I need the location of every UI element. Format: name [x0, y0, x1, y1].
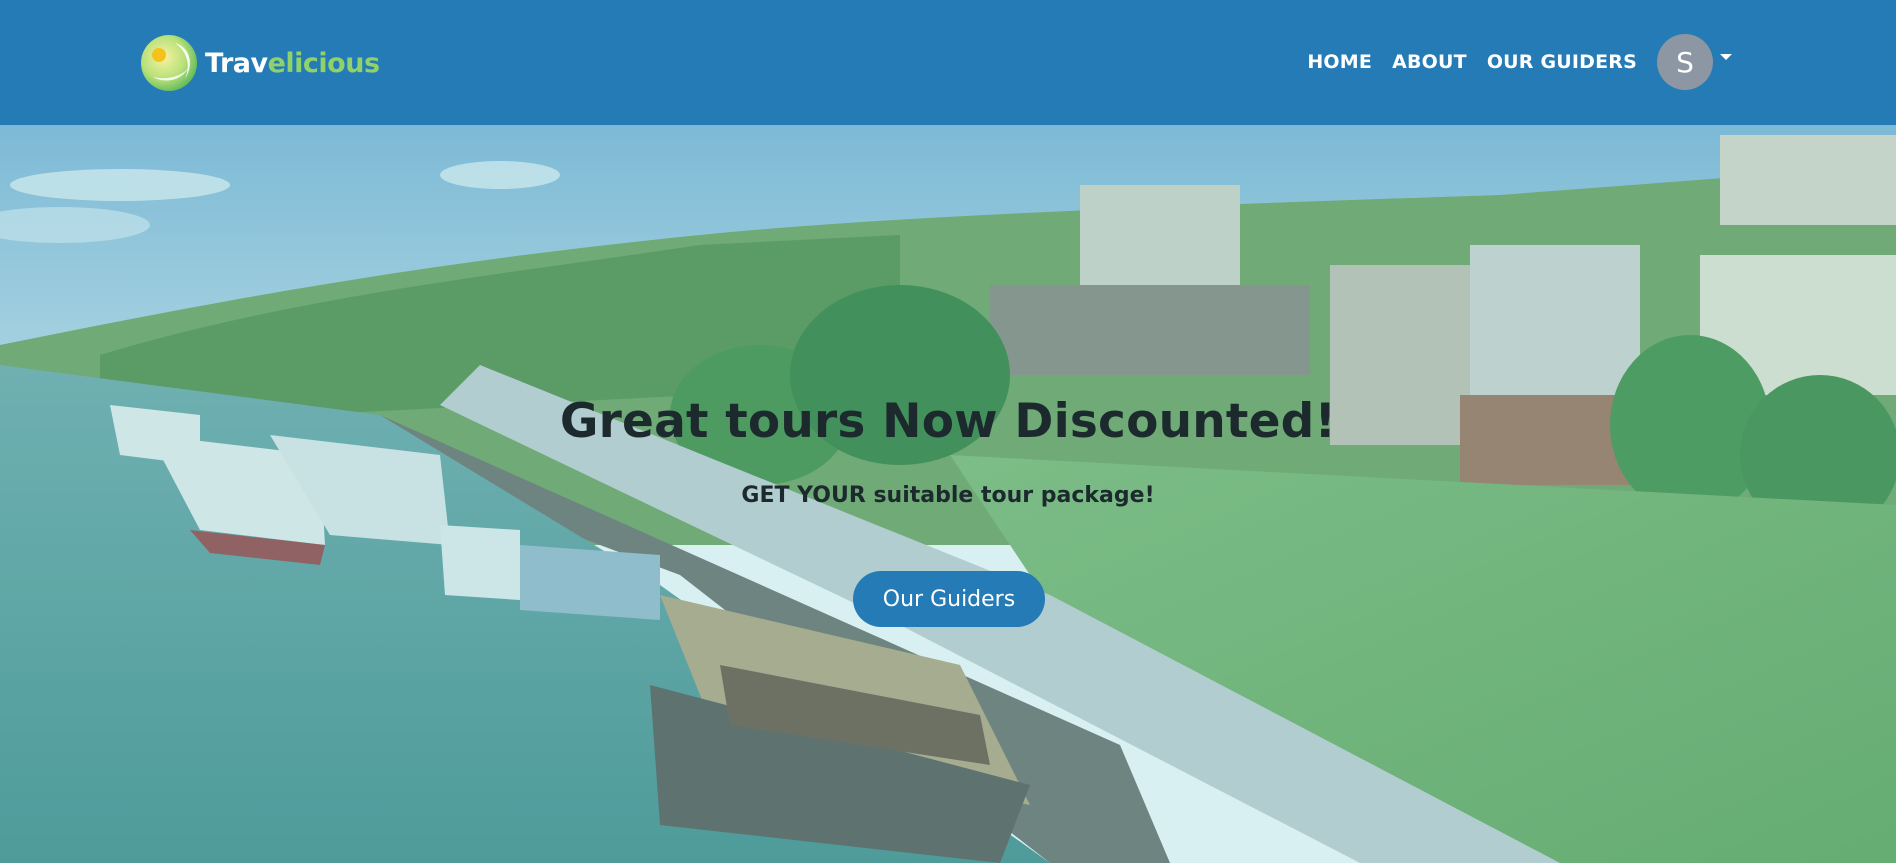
brand-name: Travelicious: [205, 48, 380, 79]
user-avatar: S: [1657, 34, 1713, 90]
nav-our-guiders-link[interactable]: OUR GUIDERS: [1487, 51, 1637, 73]
our-guiders-button[interactable]: Our Guiders: [853, 571, 1045, 627]
user-menu-toggle[interactable]: S: [1657, 34, 1732, 90]
brand-logo-link[interactable]: Travelicious: [139, 33, 380, 93]
nav-about-link[interactable]: ABOUT: [1392, 51, 1467, 73]
nav-home-link[interactable]: HOME: [1307, 51, 1372, 73]
hero-section: Great tours Now Discounted! GET YOUR sui…: [0, 125, 1896, 863]
main-nav: HOME ABOUT OUR GUIDERS S: [1307, 33, 1732, 91]
sun-leaf-logo-icon: [141, 35, 197, 91]
brand-name-part2: elicious: [267, 47, 380, 79]
hero-subtitle: GET YOUR suitable tour package!: [741, 483, 1155, 508]
caret-down-icon: [1720, 54, 1732, 60]
brand-name-part1: Trav: [205, 47, 268, 79]
hero-title: Great tours Now Discounted!: [559, 394, 1337, 449]
navbar: Travelicious HOME ABOUT OUR GUIDERS S: [0, 0, 1896, 125]
